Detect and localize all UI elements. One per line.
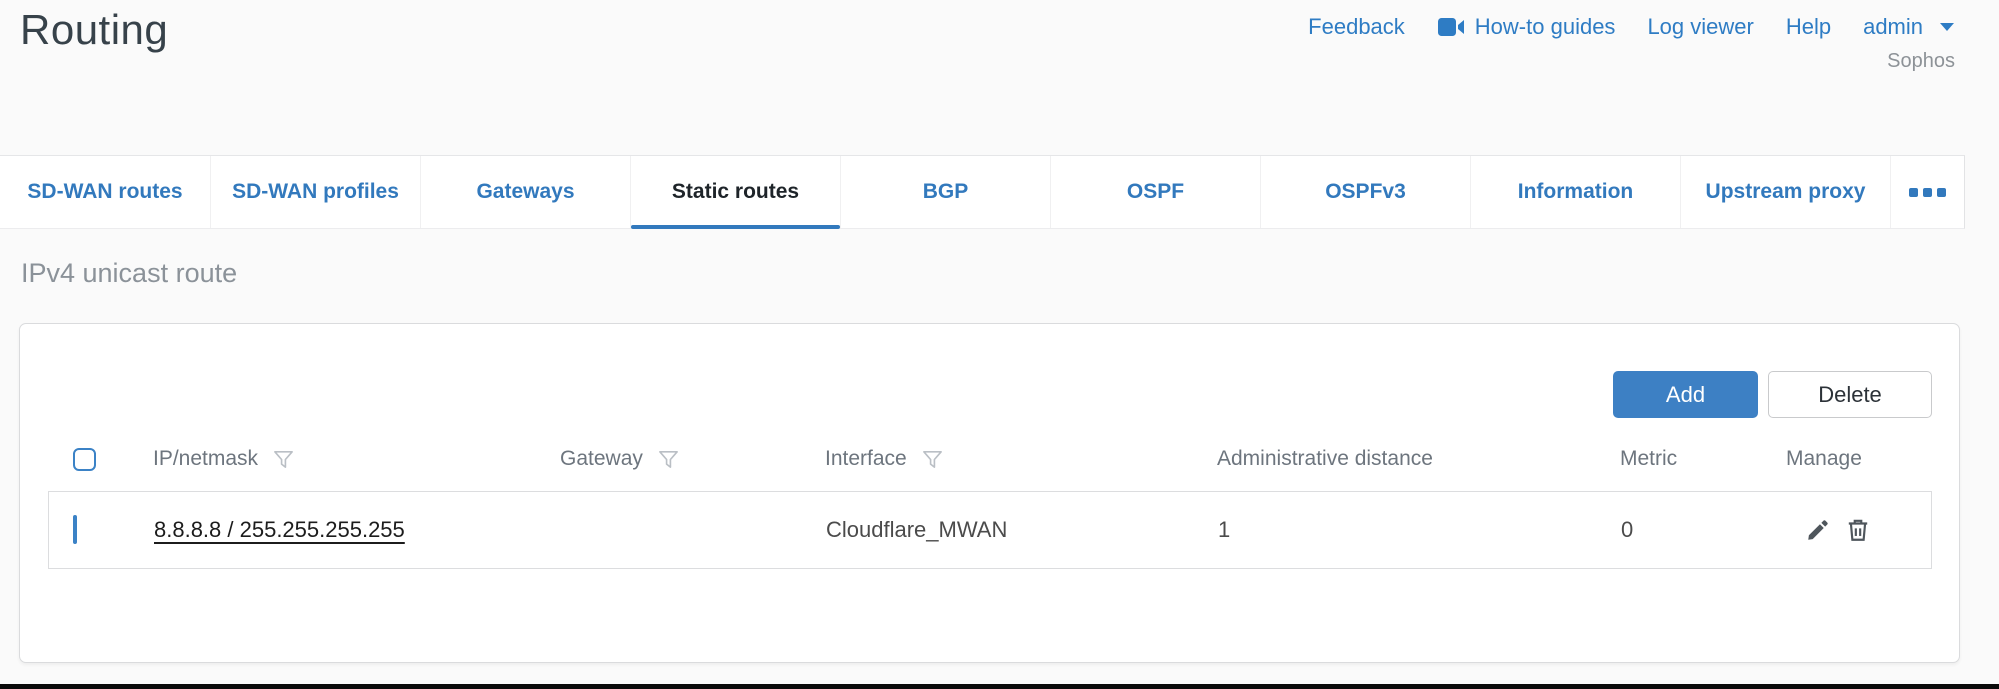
ellipsis-icon (1923, 188, 1932, 197)
pencil-icon[interactable] (1805, 517, 1831, 543)
log-viewer-link[interactable]: Log viewer (1647, 14, 1753, 40)
filter-funnel-icon[interactable] (272, 448, 295, 471)
administrative-distance-cell: 1 (1199, 517, 1602, 543)
feedback-link[interactable]: Feedback (1308, 14, 1405, 40)
feedback-link-label: Feedback (1308, 14, 1405, 40)
tab-ospf[interactable]: OSPF (1050, 156, 1260, 228)
chevron-down-icon (1939, 22, 1955, 32)
column-header-ip-netmask: IP/netmask (153, 447, 258, 471)
brand-label: Sophos (1887, 50, 1955, 73)
toolbar: Add Delete (1613, 371, 1932, 418)
interface-cell: Cloudflare_MWAN (807, 517, 1199, 543)
tab-static-routes[interactable]: Static routes (630, 156, 840, 228)
log-viewer-label: Log viewer (1647, 14, 1753, 40)
user-menu-label: admin (1863, 14, 1923, 40)
ellipsis-icon (1909, 188, 1918, 197)
more-tabs-button[interactable] (1890, 156, 1964, 228)
column-header-administrative-distance: Administrative distance (1217, 447, 1433, 471)
howto-guides-link[interactable]: How-to guides (1437, 14, 1616, 40)
page-title: Routing (20, 6, 168, 54)
user-menu[interactable]: admin (1863, 14, 1955, 40)
howto-guides-label: How-to guides (1475, 14, 1616, 40)
select-all-checkbox[interactable] (73, 448, 96, 471)
ellipsis-icon (1937, 188, 1946, 197)
tab-gateways[interactable]: Gateways (420, 156, 630, 228)
tab-sd-wan-routes[interactable]: SD-WAN routes (0, 156, 210, 228)
row-checkbox[interactable] (73, 515, 77, 544)
filter-funnel-icon[interactable] (657, 448, 680, 471)
tab-bar: SD-WAN routes SD-WAN profiles Gateways S… (0, 155, 1965, 229)
filter-funnel-icon[interactable] (921, 448, 944, 471)
column-header-metric: Metric (1620, 447, 1677, 471)
add-button[interactable]: Add (1613, 371, 1758, 418)
tab-information[interactable]: Information (1470, 156, 1680, 228)
table-header-row: IP/netmask Gateway Interface Administrat… (48, 429, 1932, 489)
ipv4-unicast-route-panel: Add Delete IP/netmask Gateway Interface … (19, 323, 1960, 663)
top-nav: Feedback How-to guides Log viewer Help a… (1308, 14, 1955, 40)
video-camera-icon (1437, 16, 1465, 38)
screen-bottom-edge (0, 684, 1999, 689)
help-link[interactable]: Help (1786, 14, 1831, 40)
ip-netmask-link[interactable]: 8.8.8.8 / 255.255.255.255 (154, 517, 405, 542)
metric-cell: 0 (1602, 517, 1757, 543)
tab-sd-wan-profiles[interactable]: SD-WAN profiles (210, 156, 420, 228)
tab-bgp[interactable]: BGP (840, 156, 1050, 228)
trash-icon[interactable] (1845, 517, 1871, 543)
help-label: Help (1786, 14, 1831, 40)
table-row: 8.8.8.8 / 255.255.255.255 Cloudflare_MWA… (48, 491, 1932, 569)
column-header-interface: Interface (825, 447, 907, 471)
tab-ospfv3[interactable]: OSPFv3 (1260, 156, 1470, 228)
tab-upstream-proxy[interactable]: Upstream proxy (1680, 156, 1890, 228)
delete-button[interactable]: Delete (1768, 371, 1932, 418)
section-title: IPv4 unicast route (21, 258, 237, 289)
column-header-manage: Manage (1786, 447, 1862, 471)
column-header-gateway: Gateway (560, 447, 643, 471)
